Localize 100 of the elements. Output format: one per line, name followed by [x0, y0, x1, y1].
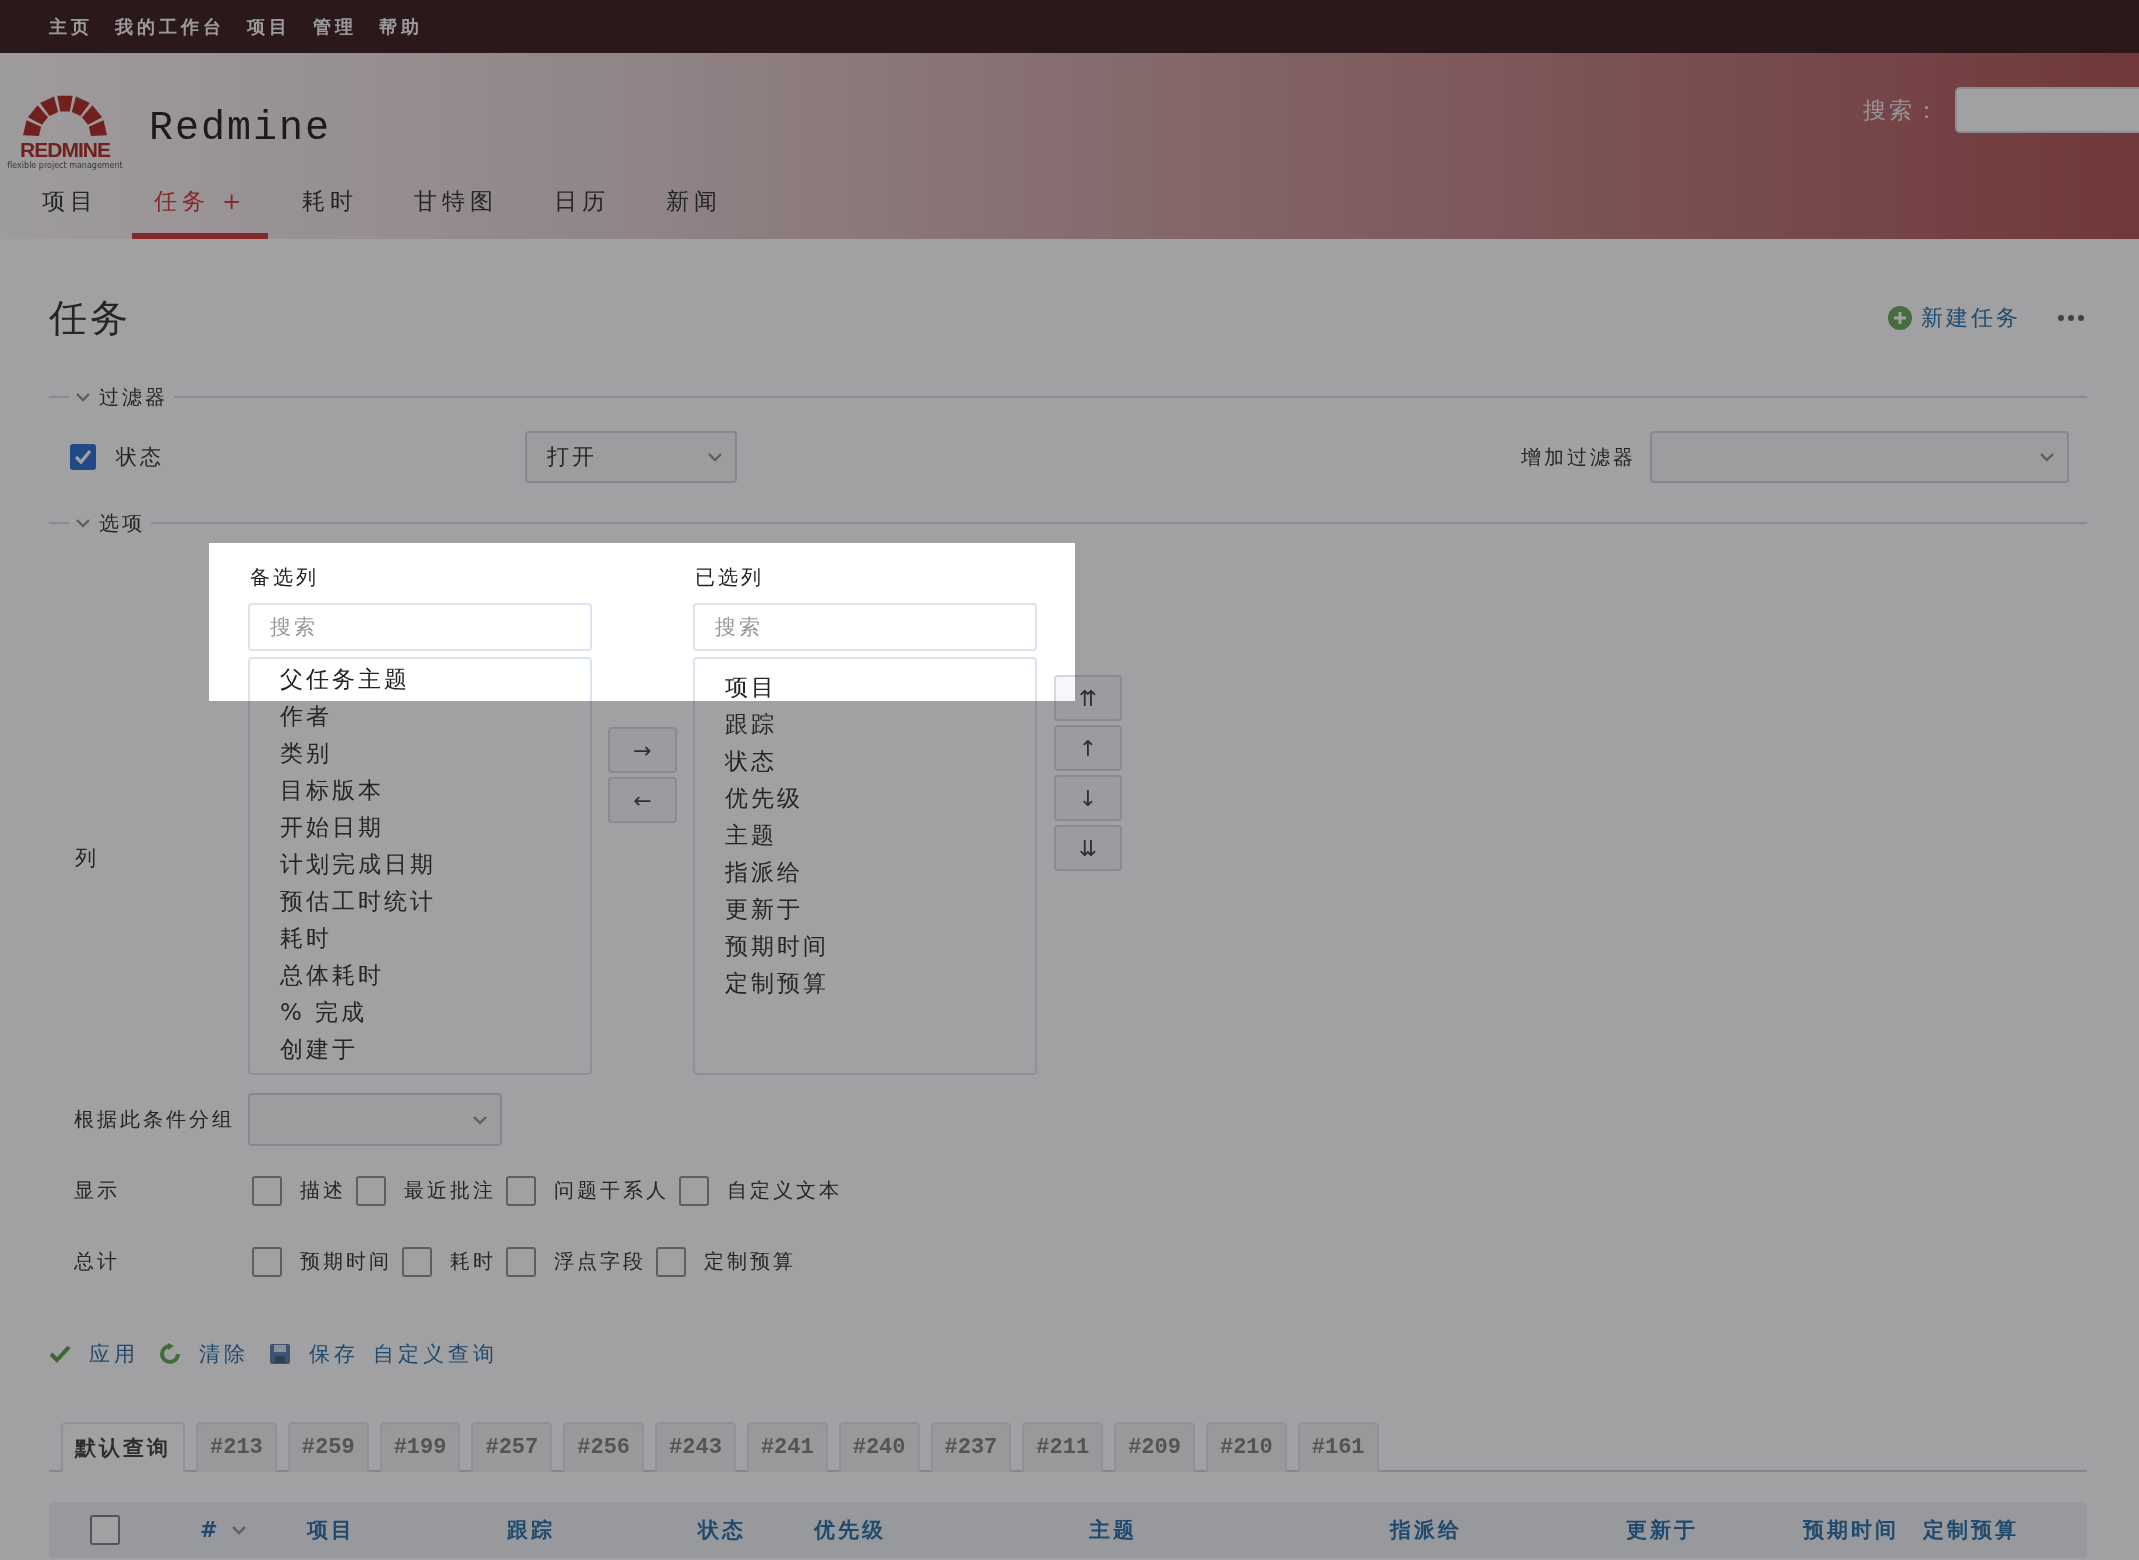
list-option[interactable]: 耗时 — [250, 920, 590, 957]
query-tab[interactable]: #213 — [196, 1422, 277, 1472]
checkbox-label: 预期时间 — [300, 1248, 392, 1275]
list-option[interactable]: 状态 — [695, 743, 1035, 780]
dropdown[interactable] — [1650, 431, 2069, 483]
dropdown[interactable] — [248, 1093, 502, 1146]
move-button[interactable]: → — [608, 727, 677, 773]
move-button[interactable]: ← — [608, 777, 677, 823]
listbox[interactable]: 项目 跟踪 状态 优先级 主题 指派给 更新于 预期时间 定制预算 — [693, 657, 1037, 1075]
nav-tab[interactable]: 项目 — [20, 186, 120, 239]
list-option[interactable]: 跟踪 — [695, 706, 1035, 743]
action-link[interactable]: 保存 — [269, 1340, 359, 1368]
list-option[interactable]: 总体耗时 — [250, 957, 590, 994]
column-header[interactable]: 更新于 — [1626, 1516, 1698, 1544]
query-tab[interactable]: #243 — [655, 1422, 736, 1472]
column-header[interactable]: 预期时间 — [1803, 1516, 1899, 1544]
checkbox[interactable] — [70, 444, 96, 470]
search-field[interactable]: 搜索 — [248, 603, 592, 651]
query-tab[interactable]: #209 — [1114, 1422, 1195, 1472]
menu-link[interactable]: 帮助 — [379, 14, 423, 39]
nav-tab[interactable]: 新闻 — [644, 186, 745, 239]
checkbox[interactable] — [679, 1175, 709, 1206]
nav-tab[interactable]: 任务 + — [132, 186, 269, 239]
order-button[interactable]: ⇈ — [1054, 675, 1122, 721]
query-tab[interactable]: #256 — [563, 1422, 645, 1472]
checkbox[interactable] — [90, 1515, 120, 1545]
menu-link[interactable]: 主页 — [49, 14, 93, 39]
list-label: 已选列 — [694, 564, 765, 591]
nav-tab[interactable]: 日历 — [532, 186, 633, 239]
search-field[interactable]: 搜索 — [693, 603, 1037, 651]
listbox[interactable]: 父任务主题 作者 类别 目标版本 开始日期 计划完成日期 预估工时统计 耗时 总体耗时 % 完成 创建于 — [248, 657, 592, 1075]
column-header[interactable]: 状态 — [698, 1516, 746, 1544]
list-option[interactable]: 指派给 — [695, 854, 1035, 891]
query-tab[interactable]: #211 — [1022, 1422, 1104, 1472]
list-option[interactable]: 类别 — [250, 735, 590, 772]
column-header[interactable]: 优先级 — [814, 1516, 886, 1544]
menu-link[interactable]: 项目 — [247, 14, 291, 39]
menu-link[interactable]: 我的工作台 — [115, 14, 225, 39]
column-header[interactable]: 跟踪 — [507, 1516, 555, 1544]
list-option[interactable]: 创建于 — [250, 1031, 590, 1068]
list-option[interactable]: 项目 — [695, 669, 1035, 706]
checkbox-label: 描述 — [300, 1177, 346, 1204]
list-option[interactable]: 预期时间 — [695, 928, 1035, 965]
list-option[interactable]: 开始日期 — [250, 809, 590, 846]
nav-tab[interactable]: 耗时 — [280, 186, 381, 239]
chevron-down-icon — [2039, 450, 2055, 464]
query-tab[interactable]: 默认查询 — [61, 1422, 185, 1472]
new-issue-link[interactable]: 新建任务 — [1887, 303, 2021, 333]
query-tab[interactable]: #241 — [746, 1422, 828, 1472]
list-option[interactable]: 计划完成日期 — [250, 846, 590, 883]
dropdown[interactable]: 打开 — [525, 431, 737, 483]
column-header[interactable]: 项目 — [307, 1516, 355, 1544]
checkbox-label: 浮点字段 — [554, 1248, 646, 1275]
menu-link[interactable]: 管理 — [313, 14, 357, 39]
action-link[interactable]: 自定义查询 — [373, 1340, 498, 1368]
action-link[interactable]: 清除 — [159, 1340, 249, 1368]
order-button[interactable]: ↑ — [1054, 725, 1122, 771]
checkbox-label: 定制预算 — [704, 1248, 796, 1275]
chevron-down-icon — [75, 516, 91, 530]
section-toggle[interactable]: 选项 — [69, 509, 145, 537]
checkbox[interactable] — [252, 1246, 282, 1277]
checkbox[interactable] — [506, 1246, 536, 1277]
column-header[interactable]: 指派给 — [1390, 1516, 1462, 1544]
list-option[interactable]: 主题 — [695, 817, 1035, 854]
checkbox[interactable] — [656, 1246, 686, 1277]
checkbox-label: 最近批注 — [404, 1177, 496, 1204]
checkbox[interactable] — [402, 1246, 432, 1277]
refresh-icon — [159, 1343, 181, 1365]
list-option[interactable]: 作者 — [250, 698, 590, 735]
checkbox[interactable] — [506, 1175, 536, 1206]
list-option[interactable]: 定制预算 — [695, 965, 1035, 1002]
checkbox[interactable] — [356, 1175, 386, 1206]
filter-label: 状态 — [116, 444, 164, 471]
search-field[interactable] — [1955, 87, 2139, 133]
site-title: Redmine — [149, 106, 332, 151]
checkbox[interactable] — [252, 1175, 282, 1206]
more-icon — [2057, 314, 2085, 322]
column-header[interactable]: 主题 — [1089, 1516, 1137, 1544]
action-link[interactable]: 应用 — [49, 1340, 139, 1368]
query-tab[interactable]: #257 — [471, 1422, 553, 1472]
query-tab[interactable]: #161 — [1297, 1422, 1379, 1472]
list-option[interactable]: 父任务主题 — [250, 661, 590, 698]
query-tab[interactable]: #210 — [1205, 1422, 1287, 1472]
query-tab[interactable]: #259 — [287, 1422, 369, 1472]
nav-tab[interactable]: 甘特图 — [392, 186, 521, 239]
query-tab[interactable]: #199 — [379, 1422, 461, 1472]
list-option[interactable]: % 完成 — [250, 994, 590, 1031]
order-button[interactable]: ⇊ — [1054, 825, 1122, 871]
column-header[interactable]: # — [200, 1518, 221, 1542]
section-toggle[interactable]: 过滤器 — [69, 383, 168, 411]
order-button[interactable]: ↓ — [1054, 775, 1122, 821]
column-header[interactable]: 定制预算 — [1923, 1516, 2019, 1544]
list-option[interactable]: 预估工时统计 — [250, 883, 590, 920]
query-tab[interactable]: #240 — [838, 1422, 920, 1472]
group-by-label: 根据此条件分组 — [73, 1106, 236, 1133]
list-option[interactable]: 目标版本 — [250, 772, 590, 809]
list-option[interactable]: 优先级 — [695, 780, 1035, 817]
query-tab[interactable]: #237 — [930, 1422, 1012, 1472]
option-label: 显示 — [73, 1177, 121, 1204]
list-option[interactable]: 更新于 — [695, 891, 1035, 928]
